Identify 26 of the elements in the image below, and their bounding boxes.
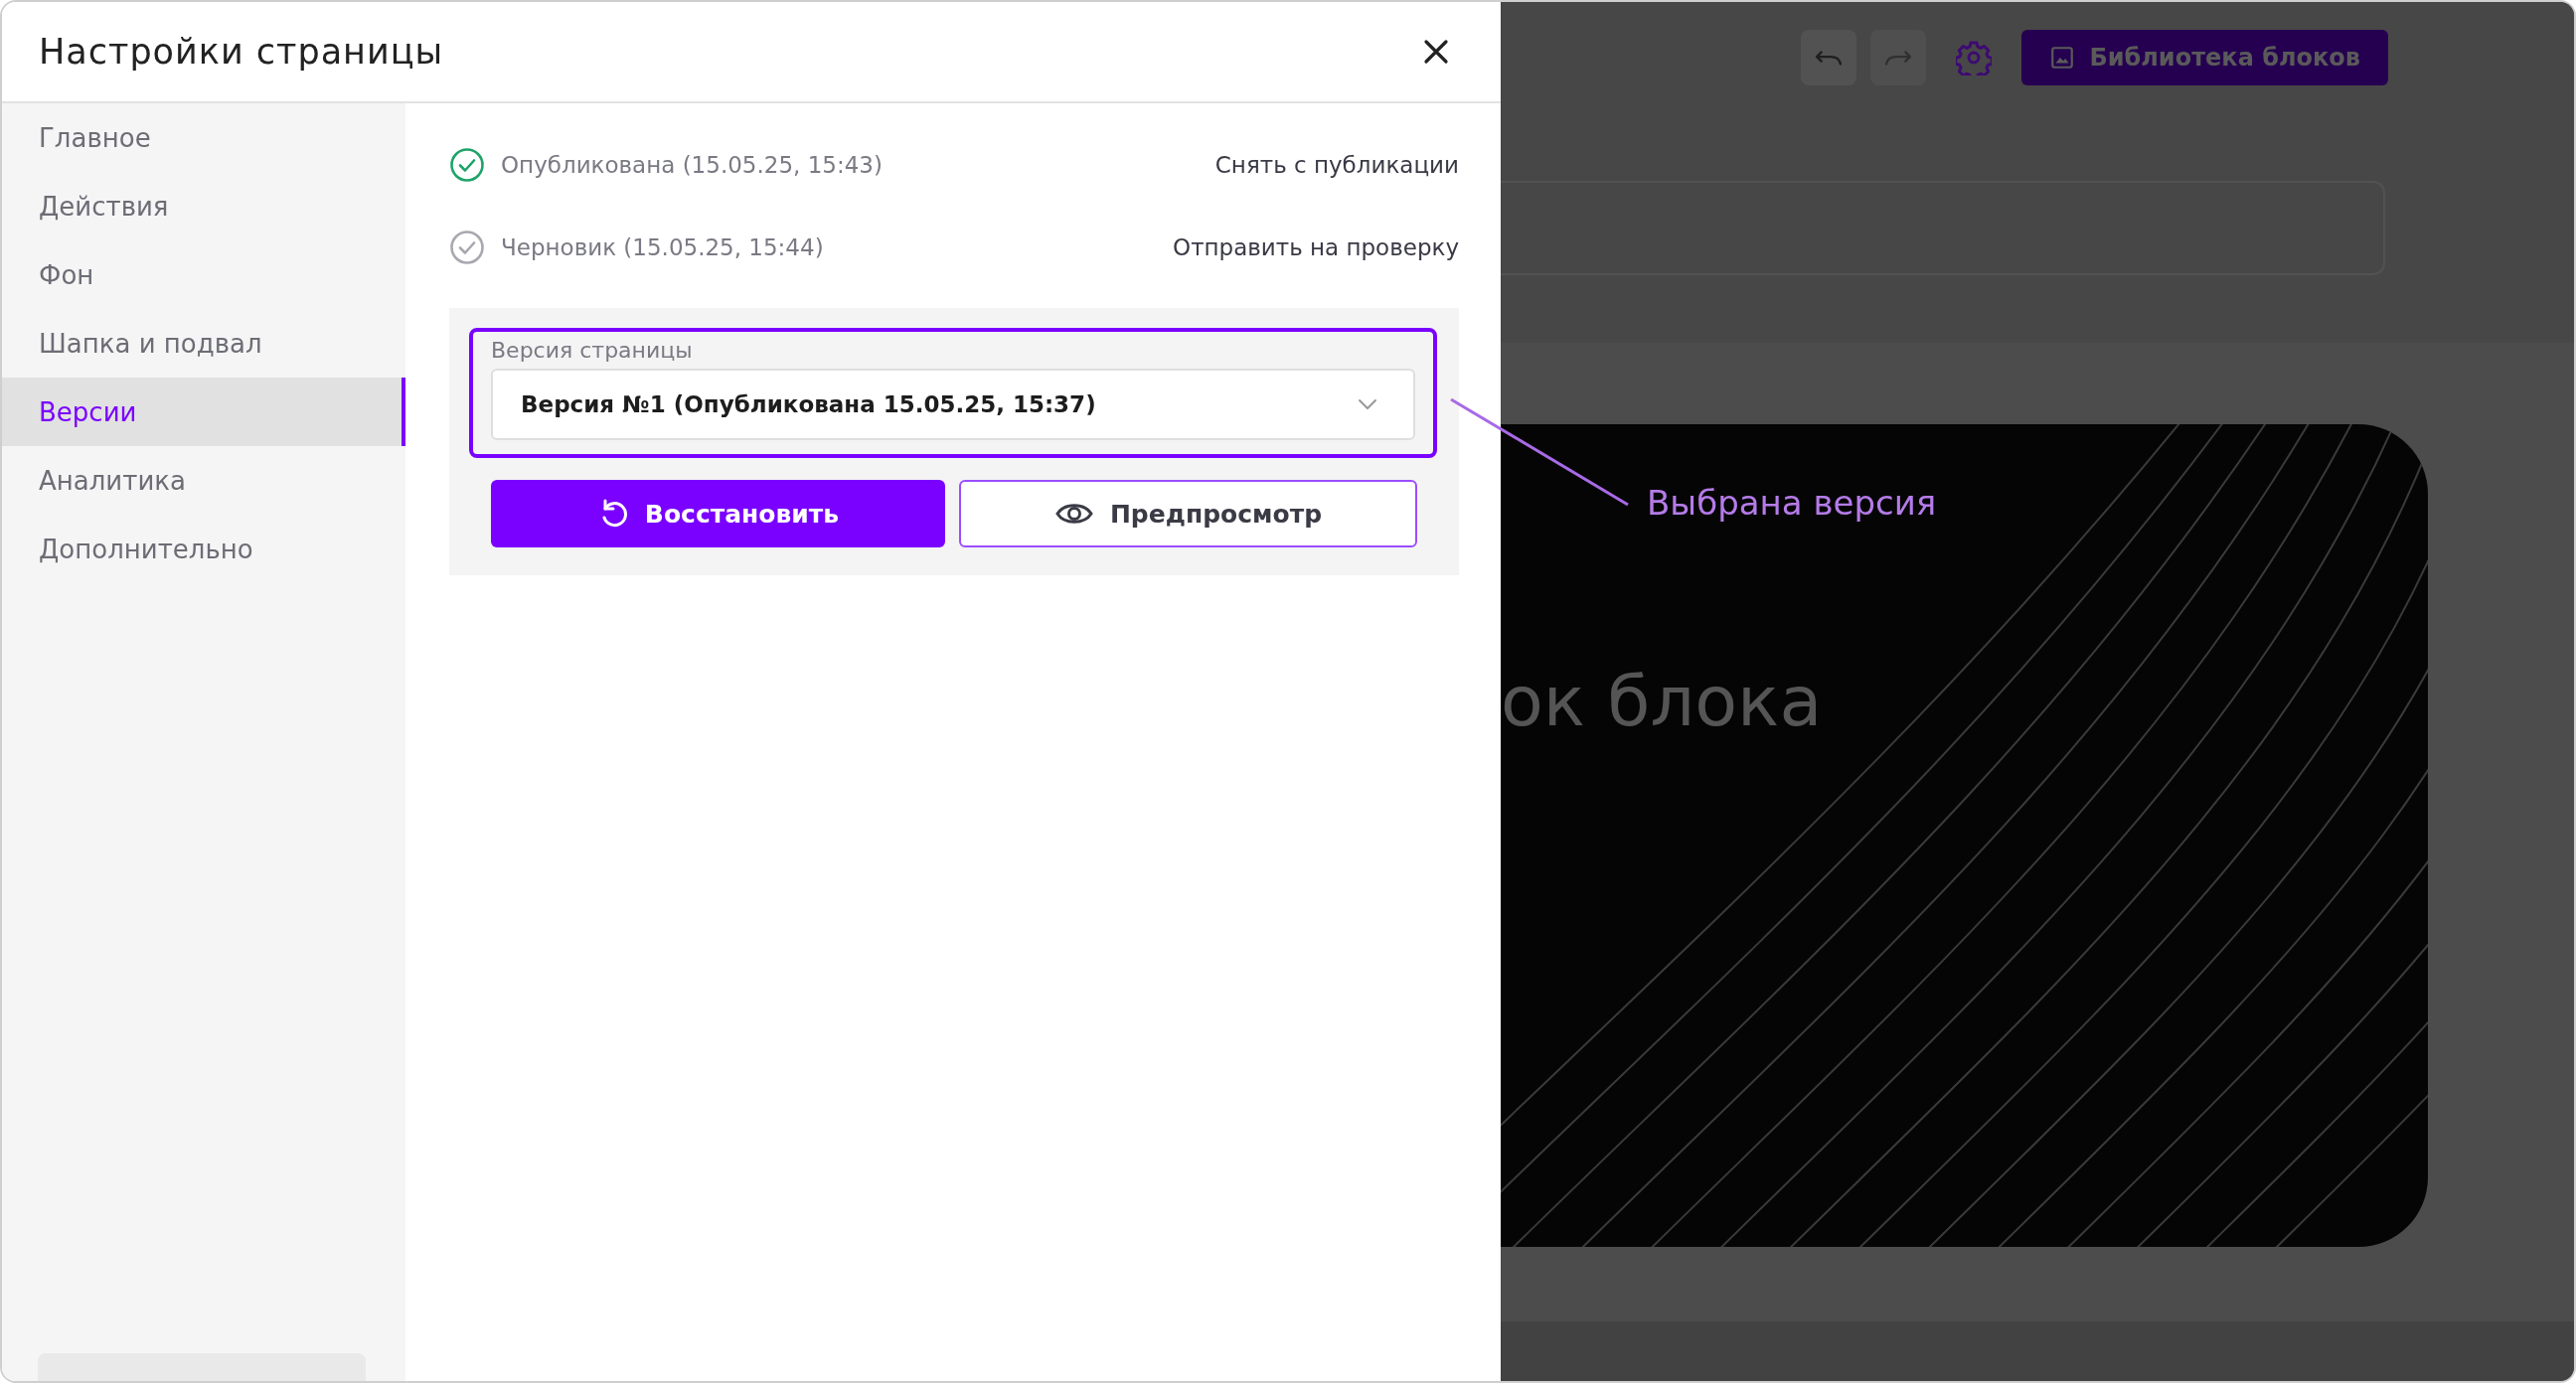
field-label: Версия страницы [491,338,694,363]
status-action-link[interactable]: Снять с публикации [1214,151,1459,178]
input-field[interactable] [1501,181,2385,275]
sidebar-item[interactable]: Действия [2,172,405,240]
status-text: Опубликована (15.05.25, 15:43) [501,151,884,178]
chevron-down-icon [1358,398,1377,410]
check-circle-icon [449,229,485,265]
settings-icon[interactable] [1956,40,1993,76]
restore-button[interactable]: Восстановить [491,480,945,547]
sidebar-item[interactable]: Дополнительно [2,515,405,583]
annotation-text: Выбрана версия [1647,483,1937,523]
sidebar-item[interactable]: Фон [2,240,405,309]
preview-button[interactable]: Предпросмотр [959,480,1417,547]
sidebar-item[interactable]: Главное [2,103,405,172]
dialog-title: Настройки страницы [39,32,444,72]
sidebar-item[interactable]: Шапка и подвал [2,309,405,378]
sidebar-item[interactable]: Аналитика [2,446,405,515]
block-title: ок блока [1501,661,1823,742]
sidebar-item[interactable]: Версии [2,378,405,446]
status-text: Черновик (15.05.25, 15:44) [501,233,825,260]
block-library-button[interactable]: Библиотека блоков [2021,30,2388,85]
status-action-link[interactable]: Отправить на проверку [1173,233,1459,260]
check-circle-icon [449,146,485,183]
image-icon [2049,45,2076,71]
version-dropdown[interactable]: Версия №1 (Опубликована 15.05.25, 15:37) [491,369,1415,440]
undo-button[interactable] [1801,30,1857,85]
